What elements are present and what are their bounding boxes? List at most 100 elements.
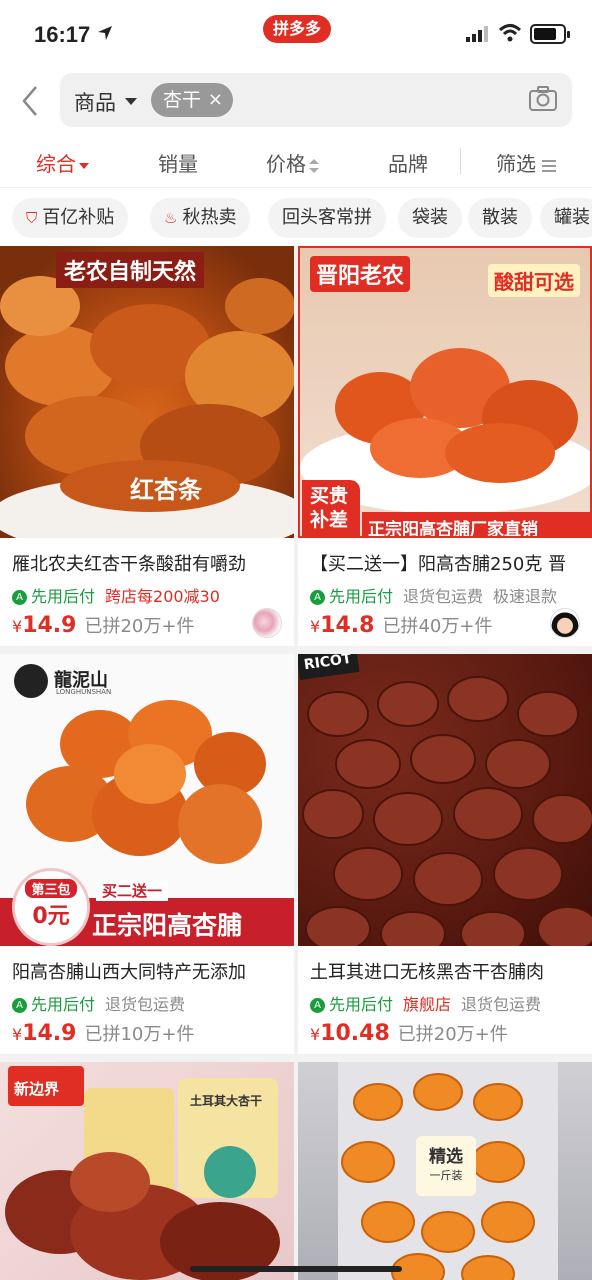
flame-icon: ♨ [164, 209, 178, 227]
package-sticker: 精选 一斤装 [416, 1136, 476, 1196]
sort-tab-label: 综合 [36, 152, 76, 176]
search-scope-selector[interactable]: 商品 [74, 87, 116, 117]
tag-bulk[interactable]: 散装 [468, 198, 532, 238]
sort-tab-label: 价格 [266, 152, 306, 176]
divider [460, 148, 461, 174]
quick-filter-tags: ⛉ 百亿补贴 ♨ 秋热卖 回头客常拼 袋装 散装 罐装 [0, 188, 592, 246]
product-card[interactable]: 精选 一斤装 [298, 1062, 592, 1280]
pay-later-badge: A 先用后付 [310, 587, 393, 606]
product-title[interactable]: 【买二送一】阳高杏脯250克 晋 [310, 550, 582, 576]
clear-query-icon[interactable]: × [208, 83, 223, 117]
product-price: 14.8 [320, 613, 375, 638]
tag-label: 袋装 [412, 207, 448, 228]
product-features: A 先用后付 旗舰店 退货包运费 [310, 991, 541, 1015]
sort-bar: 综合 销量 价格 品牌 筛选 [0, 134, 592, 188]
sales-count: 已拼20万+件 [397, 1024, 508, 1045]
pay-later-badge: A 先用后付 [12, 995, 95, 1014]
image-corner-badge: 买贵补差 [302, 480, 360, 536]
location-arrow-icon [98, 26, 112, 40]
status-bar: 16:17 拼多多 [0, 0, 592, 70]
sort-tab-comprehensive[interactable]: 综合 [36, 148, 89, 177]
dark-apricot-pile-art [302, 676, 592, 946]
image-promo-text: 买二送一 [96, 880, 169, 901]
image-badge-text: 酸甜可选 [488, 264, 580, 297]
sort-tab-sales[interactable]: 销量 [158, 148, 198, 177]
tag-subsidy[interactable]: ⛉ 百亿补贴 [12, 198, 129, 238]
product-image[interactable]: 老农自制天然 红杏条 [0, 246, 294, 538]
tag-canned[interactable]: 罐装 [540, 198, 592, 238]
buyer-avatar [252, 608, 282, 638]
buyer-avatar [550, 608, 580, 638]
product-image[interactable]: 精选 一斤装 [298, 1062, 592, 1280]
brand-logo-subtext: LONGHUNSHAN [56, 688, 112, 696]
search-box[interactable]: 商品 杏干 × [60, 73, 572, 127]
pay-later-text: 先用后付 [329, 587, 394, 606]
image-bottom-banner: 正宗阳高杏脯 [92, 911, 243, 940]
product-title[interactable]: 雁北农夫红杏干条酸甜有嚼劲 [12, 550, 284, 576]
service-text: 退货包运费 [105, 995, 186, 1014]
camera-icon[interactable] [528, 85, 558, 113]
price-row: ¥14.9 已拼10万+件 [12, 1020, 194, 1046]
battery-icon [530, 24, 570, 44]
currency-symbol: ¥ [12, 1025, 23, 1044]
pay-later-icon: A [12, 590, 27, 605]
pay-later-icon: A [310, 998, 325, 1013]
tag-repeat-buyers[interactable]: 回头客常拼 [268, 198, 386, 238]
product-image[interactable]: 晋阳老农 酸甜可选 买贵补差 正宗阳高杏脯厂家直销 [298, 246, 592, 538]
currency-symbol: ¥ [310, 617, 321, 636]
product-image[interactable]: 龍泥山 LONGHUNSHAN 正宗阳高杏脯 买二送一 第三包 0元 [0, 654, 294, 946]
package-label-text: 土耳其大杏干 [190, 1094, 263, 1108]
sticker-subtitle: 一斤装 [429, 1169, 463, 1182]
wifi-icon [498, 24, 522, 42]
price-row: ¥14.8 已拼40万+件 [310, 612, 492, 638]
tag-label: 散装 [482, 207, 518, 228]
image-price-badge: 第三包 0元 [12, 868, 90, 946]
flagship-store-text: 旗舰店 [403, 995, 452, 1014]
product-features: A 先用后付 退货包运费 [12, 991, 185, 1015]
tag-autumn-hot[interactable]: ♨ 秋热卖 [150, 198, 251, 238]
sort-tab-price[interactable]: 价格 [266, 148, 319, 177]
image-banner-text: 老农自制天然 [56, 252, 205, 288]
tag-bagged[interactable]: 袋装 [398, 198, 462, 238]
search-header: 商品 杏干 × [0, 70, 592, 134]
tag-label: 回头客常拼 [282, 207, 372, 228]
product-card[interactable]: RICOT 土耳其进口无核黑杏干杏脯肉 A 先用后付 旗舰店 退货包运费 ¥10.48… [298, 654, 592, 1054]
sales-count: 已拼10万+件 [84, 1024, 195, 1045]
product-price: 14.9 [22, 1021, 77, 1046]
sort-tab-brand[interactable]: 品牌 [388, 148, 428, 177]
search-query-chip[interactable]: 杏干 × [151, 83, 233, 117]
cellular-signal-icon [466, 26, 488, 42]
product-price: 14.9 [22, 613, 77, 638]
filter-button[interactable]: 筛选 [496, 148, 556, 177]
home-indicator[interactable] [190, 1266, 402, 1272]
currency-symbol: ¥ [310, 1025, 321, 1044]
chevron-down-icon [125, 98, 137, 105]
service-text: 退货包运费 [403, 587, 484, 606]
product-card[interactable]: 龍泥山 LONGHUNSHAN 正宗阳高杏脯 买二送一 第三包 0元 阳高杏脯山… [0, 654, 294, 1054]
product-features: A 先用后付 跨店每200减30 [12, 583, 220, 607]
product-title[interactable]: 土耳其进口无核黑杏干杏脯肉 [310, 958, 582, 984]
tag-label: 百亿补贴 [42, 207, 115, 228]
pay-later-icon: A [310, 590, 325, 605]
tag-label: 罐装 [554, 207, 590, 228]
product-image[interactable]: 新边界 土耳其大杏干 [0, 1062, 294, 1280]
sort-tab-label: 品牌 [388, 152, 428, 176]
product-card[interactable]: 晋阳老农 酸甜可选 买贵补差 正宗阳高杏脯厂家直销 【买二送一】阳高杏脯250克… [298, 246, 592, 646]
product-image[interactable]: RICOT [298, 654, 592, 946]
brand-dragon-logo-icon [14, 664, 48, 698]
pay-later-text: 先用后付 [31, 587, 96, 606]
product-card[interactable]: 新边界 土耳其大杏干 [0, 1062, 294, 1280]
back-arrow-icon[interactable] [18, 84, 44, 118]
product-card[interactable]: 老农自制天然 红杏条 雁北农夫红杏干条酸甜有嚼劲 A 先用后付 跨店每200减30 … [0, 246, 294, 646]
badge-price-text: 0元 [32, 904, 70, 929]
sticker-title: 精选 [429, 1147, 463, 1167]
price-row: ¥14.9 已拼20万+件 [12, 612, 194, 638]
pay-later-text: 先用后付 [329, 995, 394, 1014]
filter-label: 筛选 [496, 152, 536, 176]
pay-later-badge: A 先用后付 [12, 587, 95, 606]
status-time: 16:17 [34, 22, 91, 47]
product-price: 10.48 [320, 1021, 390, 1046]
product-title[interactable]: 阳高杏脯山西大同特产无添加 [12, 958, 284, 984]
brand-badge: 拼多多 [263, 15, 332, 43]
product-features: A 先用后付 退货包运费 极速退款 [310, 583, 557, 607]
